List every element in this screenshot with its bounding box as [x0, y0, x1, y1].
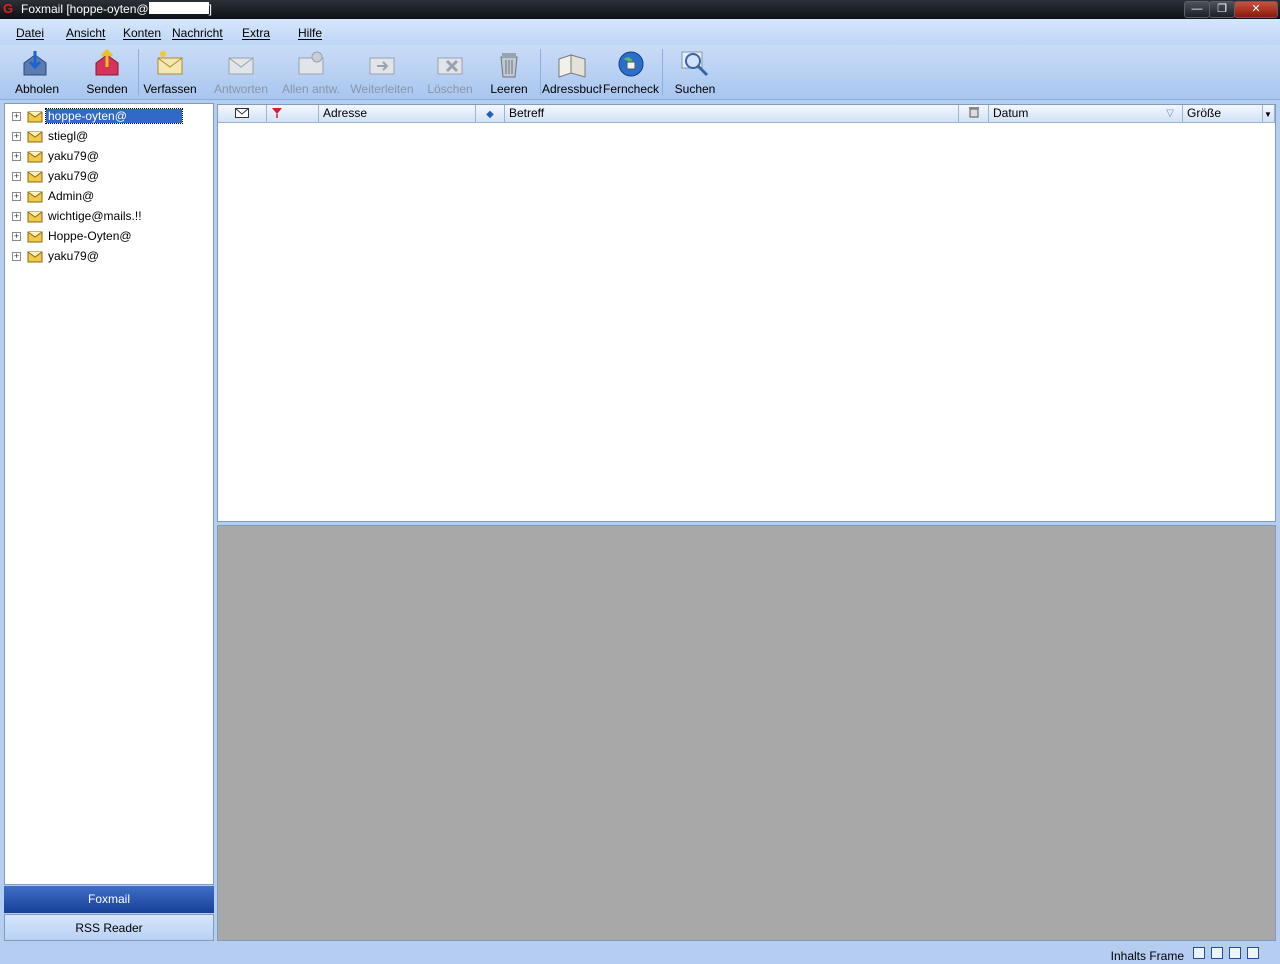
flag-icon — [272, 108, 282, 118]
nav-foxmail-button[interactable]: Foxmail — [4, 886, 214, 913]
column-size[interactable]: Größe — [1183, 105, 1263, 123]
expand-icon[interactable]: + — [12, 112, 21, 121]
account-item[interactable]: + Hoppe-Oyten@ — [5, 226, 210, 246]
foxmail-logo-icon: G — [3, 1, 14, 16]
trash-small-icon — [968, 107, 979, 118]
column-read-status[interactable] — [218, 105, 267, 123]
reply-all-icon — [298, 51, 324, 75]
mailbox-icon — [27, 111, 43, 123]
nav-rss-reader-button[interactable]: RSS Reader — [4, 914, 214, 941]
toolbar-separator — [540, 49, 541, 95]
empty-trash-button[interactable]: Leeren — [486, 45, 532, 99]
mailbox-icon — [27, 211, 43, 223]
mailbox-icon — [27, 171, 43, 183]
priority-icon: ◆ — [486, 109, 494, 120]
mailbox-icon — [27, 231, 43, 243]
account-item[interactable]: + wichtige@mails.!! — [5, 206, 210, 226]
account-tree: + hoppe-oyten@ + stiegl@ + yaku79@ + yak… — [4, 103, 214, 885]
toolbar-separator — [662, 49, 663, 95]
status-bar: Inhalts Frame — [0, 944, 1280, 964]
toolbar: Abholen Senden Verfassen Antworten Allen — [0, 45, 1280, 100]
globe-icon — [618, 51, 644, 77]
expand-icon[interactable]: + — [12, 232, 21, 241]
account-item[interactable]: + hoppe-oyten@ — [5, 106, 210, 126]
expand-icon[interactable]: + — [12, 172, 21, 181]
expand-icon[interactable]: + — [12, 152, 21, 161]
menu-hilfe[interactable]: Hilfe — [298, 26, 322, 40]
account-item[interactable]: + yaku79@ — [5, 246, 210, 266]
mailbox-icon — [27, 191, 43, 203]
column-priority[interactable]: ◆ — [476, 105, 505, 123]
mailbox-icon — [27, 151, 43, 163]
column-flag[interactable] — [267, 105, 319, 123]
account-item[interactable]: + yaku79@ — [5, 166, 210, 186]
expand-icon[interactable]: + — [12, 252, 21, 261]
mailbox-icon — [27, 131, 43, 143]
layout-columns-icon[interactable] — [1211, 947, 1223, 959]
compose-icon — [157, 51, 183, 75]
window-title: Foxmail [hoppe-oyten@] — [21, 2, 212, 16]
mail-list[interactable]: Adresse ◆ Betreff Datum ▽ Größe ▼ — [217, 104, 1276, 522]
column-date[interactable]: Datum ▽ — [989, 105, 1183, 123]
delete-button[interactable]: Löschen — [424, 45, 476, 99]
menu-bar: Datei Ansicht Konten Nachricht Extra Hil… — [0, 19, 1280, 45]
address-book-icon — [558, 54, 586, 78]
forward-icon — [369, 57, 395, 75]
menu-nachricht[interactable]: Nachricht — [172, 26, 223, 40]
reply-icon — [228, 57, 254, 75]
layout-grid-icon[interactable] — [1247, 947, 1259, 959]
maximize-button[interactable]: ❐ — [1209, 1, 1235, 18]
forward-button[interactable]: Weiterleiten — [350, 45, 414, 99]
reply-all-button[interactable]: Allen antw. — [280, 45, 342, 99]
fetch-mail-icon — [23, 51, 47, 76]
account-item[interactable]: + stiegl@ — [5, 126, 210, 146]
menu-datei[interactable]: Datei — [16, 26, 44, 40]
sort-descending-icon: ▽ — [1166, 108, 1174, 119]
envelope-icon — [235, 108, 249, 118]
column-address[interactable]: Adresse — [319, 105, 476, 123]
search-button[interactable]: Suchen — [670, 45, 720, 99]
compose-button[interactable]: Verfassen — [142, 45, 198, 99]
mailbox-icon — [27, 251, 43, 263]
column-attachment[interactable] — [959, 105, 989, 123]
chevron-down-icon: ▼ — [1264, 110, 1272, 119]
send-mail-icon — [95, 49, 119, 76]
layout-left-icon[interactable] — [1193, 947, 1205, 959]
search-icon — [681, 51, 709, 77]
title-bar: G Foxmail [hoppe-oyten@] — ❐ ✕ — [0, 0, 1280, 19]
column-subject[interactable]: Betreff — [505, 105, 959, 123]
menu-ansicht[interactable]: Ansicht — [66, 26, 105, 40]
expand-icon[interactable]: + — [12, 212, 21, 221]
fetch-button[interactable]: Abholen — [8, 45, 66, 99]
column-chooser-button[interactable]: ▼ — [1263, 105, 1275, 123]
minimize-button[interactable]: — — [1184, 1, 1210, 18]
menu-extra[interactable]: Extra — [242, 26, 270, 40]
reply-button[interactable]: Antworten — [212, 45, 270, 99]
menu-konten[interactable]: Konten — [123, 26, 161, 40]
preview-pane[interactable] — [217, 525, 1276, 941]
remote-check-button[interactable]: Ferncheck — [603, 45, 659, 99]
expand-icon[interactable]: + — [12, 192, 21, 201]
account-item[interactable]: + Admin@ — [5, 186, 210, 206]
account-item[interactable]: + yaku79@ — [5, 146, 210, 166]
trash-icon — [500, 53, 518, 78]
address-book-button[interactable]: Adressbuch — [542, 45, 602, 99]
status-text: Inhalts Frame — [1110, 949, 1184, 963]
expand-icon[interactable]: + — [12, 132, 21, 141]
layout-split-icon[interactable] — [1229, 947, 1241, 959]
close-button[interactable]: ✕ — [1234, 1, 1278, 18]
send-button[interactable]: Senden — [82, 45, 132, 99]
toolbar-separator — [138, 49, 139, 95]
delete-icon — [437, 57, 463, 75]
